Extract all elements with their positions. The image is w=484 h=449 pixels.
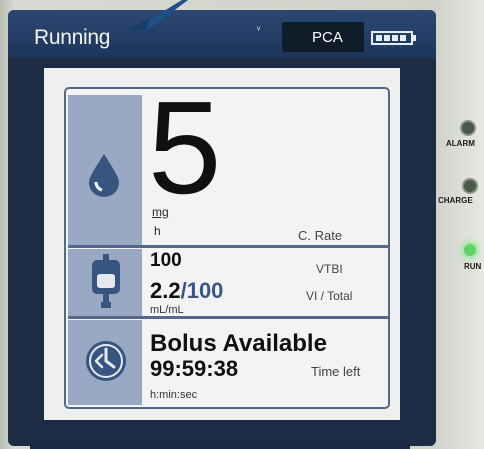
status-mark: ᵛ (257, 25, 261, 36)
bolus-time-label: Time left (311, 364, 361, 379)
vtbi-value: 100 (150, 250, 182, 271)
alarm-light (462, 122, 474, 134)
rate-label: C. Rate (298, 228, 343, 243)
volume-infused: 2.2/100 (150, 278, 223, 304)
rate-unit-denominator: h (154, 224, 161, 238)
arrow-icon (128, 0, 188, 30)
clock-icon (86, 341, 126, 381)
iv-bag-icon (92, 254, 120, 308)
alarm-label: ALARM (446, 139, 475, 148)
rate-value: 5 (148, 74, 221, 221)
charge-label: CHARGE (438, 196, 473, 205)
volume-infused-value: 2.2 (150, 278, 181, 303)
rate-unit-numerator: mg (152, 205, 169, 219)
bolus-time-left: 99:59:38 (150, 356, 239, 381)
run-label: RUN (464, 262, 482, 271)
divider (68, 316, 388, 319)
mode-label: PCA (312, 29, 343, 46)
run-light (464, 244, 476, 256)
divider (68, 245, 388, 248)
volume-label: VI / Total (306, 289, 353, 303)
mode-tab[interactable]: PCA (282, 22, 364, 52)
charge-light (464, 180, 476, 192)
bolus-time-unit: h:min:sec (150, 389, 198, 401)
volume-unit: mL/mL (150, 304, 184, 316)
status-text: Running (34, 26, 111, 49)
bottom-strip (30, 436, 410, 449)
drop-icon (89, 154, 119, 197)
vtbi-label: VTBI (316, 262, 343, 276)
battery-icon (371, 31, 416, 45)
bolus-status: Bolus Available (150, 330, 327, 357)
volume-total-value: /100 (180, 278, 224, 303)
